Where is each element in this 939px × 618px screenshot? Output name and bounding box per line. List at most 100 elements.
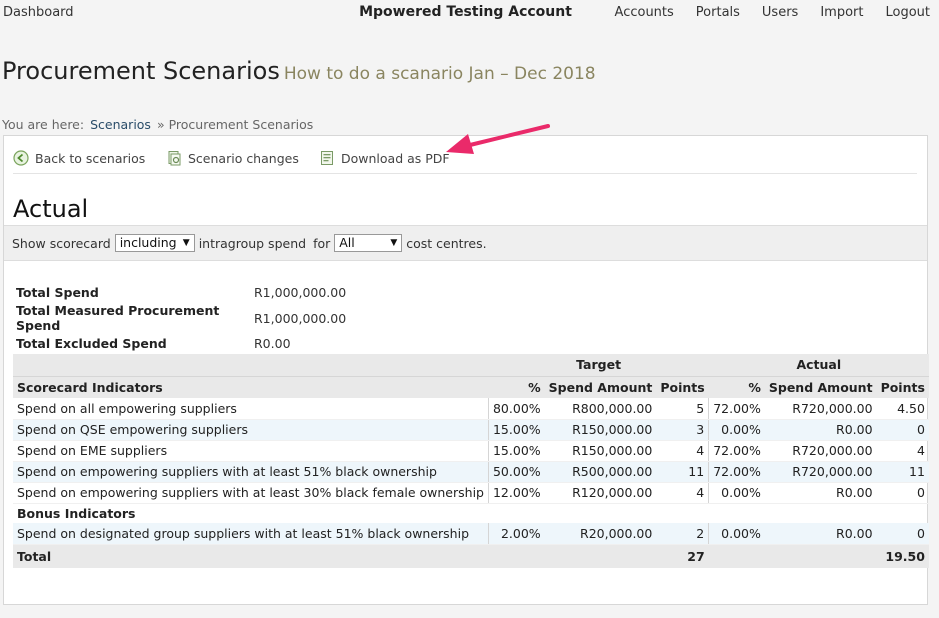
row-actual-amount: R0.00 — [764, 482, 877, 504]
row-target-pct: 50.00% — [487, 461, 545, 483]
pdf-document-icon — [321, 151, 333, 165]
table-row: Spend on QSE empowering suppliers 15.00%… — [13, 419, 929, 441]
breadcrumb-scenarios-link[interactable]: Scenarios — [90, 117, 151, 132]
measured-spend-value: R1,000,000.00 — [254, 310, 347, 326]
scorecard-table: Target Actual Scorecard Indicators % Spe… — [13, 354, 929, 568]
scorecard-filter-bar: Show scorecard including ▼ intragroup spe… — [4, 225, 927, 261]
row-actual-pct: 72.00% — [708, 440, 765, 462]
top-navigation: Dashboard Mpowered Testing Account Accou… — [0, 0, 939, 26]
scenario-changes-label: Scenario changes — [188, 150, 299, 166]
excluded-spend-row: Total Excluded Spend R0.00 — [16, 331, 346, 357]
section-title: Actual — [13, 195, 89, 223]
excluded-spend-label: Total Excluded Spend — [16, 336, 167, 352]
scenario-changes-button[interactable]: Scenario changes — [166, 150, 299, 166]
row-target-pct: 2.00% — [487, 523, 545, 545]
row-indicator: Spend on QSE empowering suppliers — [13, 419, 489, 441]
nav-links: Accounts Portals Users Import Logout — [615, 5, 930, 20]
nav-logout-link[interactable]: Logout — [885, 5, 930, 20]
row-actual-points: 0 — [876, 419, 929, 441]
row-target-amount: R20,000.00 — [544, 523, 657, 545]
measured-spend-label: Total Measured Procurement Spend — [16, 303, 220, 334]
page-subtitle: How to do a scanario Jan – Dec 2018 — [283, 64, 596, 84]
show-scorecard-label: Show scorecard — [12, 235, 111, 251]
row-actual-pct: 0.00% — [708, 482, 765, 504]
bonus-indicators-label: Bonus Indicators — [17, 505, 136, 521]
col-actual-points: Points — [876, 375, 929, 398]
row-actual-points: 0 — [876, 482, 929, 504]
nav-users-link[interactable]: Users — [762, 5, 798, 20]
row-actual-amount: R0.00 — [764, 419, 877, 441]
table-column-header: Scorecard Indicators % Spend Amount Poin… — [13, 375, 929, 398]
nav-portals-link[interactable]: Portals — [696, 5, 740, 20]
table-row: Spend on designated group suppliers with… — [13, 523, 929, 545]
annotation-arrow-icon — [446, 124, 550, 154]
row-target-pct: 15.00% — [487, 419, 545, 441]
row-target-points: 2 — [656, 523, 709, 545]
row-actual-points: 11 — [876, 461, 929, 483]
row-indicator: Spend on designated group suppliers with… — [13, 523, 489, 545]
document-changes-icon — [168, 151, 181, 166]
download-pdf-label: Download as PDF — [341, 150, 450, 166]
col-target-points: Points — [656, 375, 709, 398]
table-row: Spend on empowering suppliers with at le… — [13, 461, 929, 483]
table-row: Spend on all empowering suppliers 80.00%… — [13, 398, 929, 420]
row-target-points: 5 — [656, 398, 709, 420]
back-arrow-icon — [13, 150, 29, 166]
total-target-points: 27 — [656, 543, 709, 568]
total-spend-value: R1,000,000.00 — [254, 285, 347, 301]
cost-centre-select[interactable]: All ▼ — [334, 234, 403, 252]
row-indicator: Spend on all empowering suppliers — [13, 398, 489, 420]
row-actual-amount: R0.00 — [764, 523, 877, 545]
nav-import-link[interactable]: Import — [820, 5, 863, 20]
row-target-amount: R150,000.00 — [544, 419, 657, 441]
total-spend-row: Total Spend R1,000,000.00 — [16, 280, 346, 306]
page-title-text: Procurement Scenarios — [2, 57, 280, 85]
back-to-scenarios-label: Back to scenarios — [35, 150, 146, 166]
total-blank — [544, 543, 657, 568]
row-target-pct: 12.00% — [487, 482, 545, 504]
col-indicators: Scorecard Indicators — [13, 375, 489, 398]
col-actual-amount: Spend Amount — [764, 375, 877, 398]
total-blank — [764, 543, 877, 568]
total-actual-points: 19.50 — [876, 543, 929, 568]
row-actual-pct: 72.00% — [708, 461, 765, 483]
cost-centre-select-value: All — [339, 235, 355, 250]
row-actual-amount: R720,000.00 — [764, 440, 877, 462]
spend-totals: Total Spend R1,000,000.00 Total Measured… — [16, 280, 346, 357]
col-target-amount: Spend Amount — [544, 375, 657, 398]
intragroup-select-value: including — [119, 235, 177, 250]
row-actual-pct: 0.00% — [708, 523, 765, 545]
table-row: Spend on empowering suppliers with at le… — [13, 482, 929, 504]
table-row: Spend on EME suppliers 15.00% R150,000.0… — [13, 440, 929, 462]
row-target-points: 4 — [656, 482, 709, 504]
page-title: Procurement Scenarios How to do a scanari… — [2, 57, 596, 85]
back-to-scenarios-button[interactable]: Back to scenarios — [13, 150, 145, 166]
total-spend-label: Total Spend — [16, 285, 99, 301]
row-target-points: 11 — [656, 461, 709, 483]
row-target-points: 3 — [656, 419, 709, 441]
intragroup-spend-label: intragroup spend — [198, 235, 307, 251]
intragroup-select[interactable]: including ▼ — [114, 234, 195, 252]
header-blank — [13, 354, 489, 376]
col-actual-pct: % — [708, 375, 765, 398]
row-target-pct: 15.00% — [487, 440, 545, 462]
row-indicator: Spend on EME suppliers — [13, 440, 489, 462]
row-actual-amount: R720,000.00 — [764, 461, 877, 483]
breadcrumb-current: » Procurement Scenarios — [156, 117, 314, 132]
row-target-amount: R120,000.00 — [544, 482, 657, 504]
table-total-row: Total 27 19.50 — [13, 543, 929, 568]
dropdown-caret-icon: ▼ — [182, 238, 190, 248]
breadcrumb-prefix: You are here: — [2, 117, 85, 132]
row-target-amount: R500,000.00 — [544, 461, 657, 483]
nav-accounts-link[interactable]: Accounts — [615, 5, 674, 20]
excluded-spend-value: R0.00 — [254, 336, 291, 352]
cost-centres-label: cost centres. — [406, 235, 487, 251]
scenario-panel: Back to scenarios Scenario changes Downl… — [3, 135, 929, 605]
total-label: Total — [13, 543, 489, 568]
dropdown-caret-icon: ▼ — [390, 238, 398, 248]
row-target-points: 4 — [656, 440, 709, 462]
row-actual-points: 4.50 — [876, 398, 929, 420]
bonus-header-row: Bonus Indicators — [13, 503, 929, 523]
download-pdf-button[interactable]: Download as PDF — [319, 150, 450, 166]
row-target-amount: R150,000.00 — [544, 440, 657, 462]
